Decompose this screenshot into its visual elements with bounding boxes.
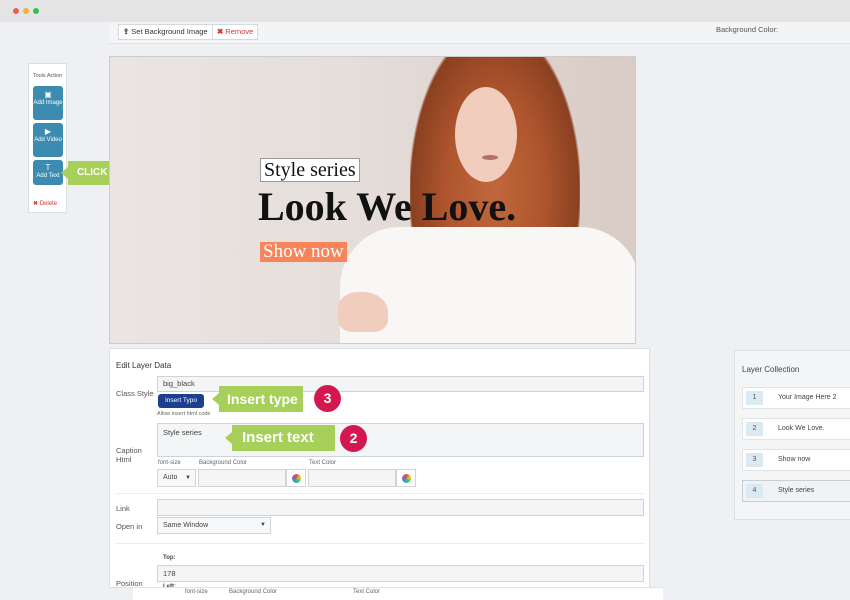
layer-style-series[interactable]: Style series — [260, 158, 360, 182]
text-color-field-label: Text Color — [309, 460, 337, 466]
background-color-label: Background Color: — [716, 25, 779, 34]
edit-layer-panel: Edit Layer Data Class Style big_black In… — [109, 348, 650, 590]
layer-index: 2 — [746, 422, 763, 436]
background-color-input[interactable] — [198, 469, 286, 487]
font-size-label: font-size — [185, 589, 208, 595]
background-color-field-label: Background Color — [199, 460, 248, 466]
layer-name: Style series — [778, 487, 815, 494]
layer-collection-title: Layer Collection — [742, 365, 800, 374]
close-icon: ✖ — [33, 201, 39, 207]
layer-name: Your Image Here 2 — [778, 394, 837, 401]
bottom-style-row: font-size Background Color Text Color — [133, 587, 663, 600]
background-color-field-label: Background Color — [229, 589, 278, 595]
open-in-select[interactable]: Same Window ▼ — [157, 517, 271, 534]
layer-item[interactable]: 4 Style series — [742, 480, 850, 502]
step-badge-2: 2 — [340, 425, 367, 452]
video-icon: ▶ — [44, 127, 52, 136]
layer-name: Show now — [778, 456, 811, 463]
color-picker-icon[interactable] — [396, 469, 416, 487]
layer-item[interactable]: 1 Your Image Here 2 — [742, 387, 850, 409]
model-photo-lip — [482, 155, 498, 160]
minimize-window-icon[interactable] — [23, 8, 29, 14]
close-window-icon[interactable] — [13, 8, 19, 14]
layer-name: Look We Love. — [778, 425, 825, 432]
tools-action-title: Tools Action — [32, 73, 63, 79]
link-label: Link — [116, 504, 130, 513]
add-image-button[interactable]: ▣ Add Image — [33, 86, 63, 120]
top-label: Top: — [163, 555, 176, 561]
insert-type-callout: Insert type — [212, 386, 303, 412]
window-titlebar — [0, 0, 850, 22]
upload-icon: ⇪ — [123, 27, 130, 36]
class-style-label: Class Style — [116, 389, 154, 398]
chevron-down-icon: ▼ — [185, 475, 191, 481]
tools-action-panel: Tools Action ▣ Add Image ▶ Add Video T A… — [28, 63, 67, 213]
insert-typo-button[interactable]: Insert Typo — [158, 394, 204, 408]
divider — [116, 543, 644, 544]
text-icon: T — [45, 163, 51, 172]
delete-layer-button[interactable]: ✖ Delete — [33, 200, 57, 207]
model-photo-hand — [338, 292, 388, 332]
insert-text-callout: Insert text — [225, 425, 335, 451]
layer-headline[interactable]: Look We Love. — [258, 183, 516, 230]
slide-canvas[interactable]: Style series Look We Love. Show now — [109, 56, 636, 344]
divider — [116, 493, 644, 494]
step-badge-3: 3 — [314, 385, 341, 412]
layer-index: 1 — [746, 391, 763, 405]
text-color-field-label: Text Color — [353, 589, 381, 595]
layer-show-now[interactable]: Show now — [260, 242, 347, 262]
allow-html-note: Allow insert html code — [157, 411, 211, 417]
top-position-input[interactable]: 178 — [157, 565, 644, 582]
caption-html-label: Caption Html — [116, 446, 142, 464]
open-in-label: Open in — [116, 522, 143, 531]
close-icon: ✖ — [217, 27, 224, 36]
link-input[interactable] — [157, 499, 644, 516]
font-size-label: font-size — [158, 460, 181, 466]
add-text-button[interactable]: T Add Text — [33, 160, 63, 185]
add-video-button[interactable]: ▶ Add Video — [33, 123, 63, 157]
layer-collection-panel: Layer Collection 1 Your Image Here 2 2 L… — [734, 350, 850, 520]
text-color-input[interactable] — [308, 469, 396, 487]
set-background-image-button[interactable]: ⇪ Set Background Image — [118, 24, 213, 40]
layer-item[interactable]: 3 Show now — [742, 449, 850, 471]
color-picker-icon[interactable] — [286, 469, 306, 487]
image-icon: ▣ — [44, 90, 52, 99]
layer-index: 4 — [746, 484, 763, 498]
model-photo-face — [455, 87, 517, 182]
font-size-select[interactable]: Auto ▼ — [157, 469, 196, 487]
layer-item[interactable]: 2 Look We Love. — [742, 418, 850, 440]
remove-background-button[interactable]: ✖ Remove — [212, 24, 259, 40]
layer-index: 3 — [746, 453, 763, 467]
edit-layer-title: Edit Layer Data — [116, 361, 172, 370]
maximize-window-icon[interactable] — [33, 8, 39, 14]
chevron-down-icon: ▼ — [260, 522, 266, 528]
